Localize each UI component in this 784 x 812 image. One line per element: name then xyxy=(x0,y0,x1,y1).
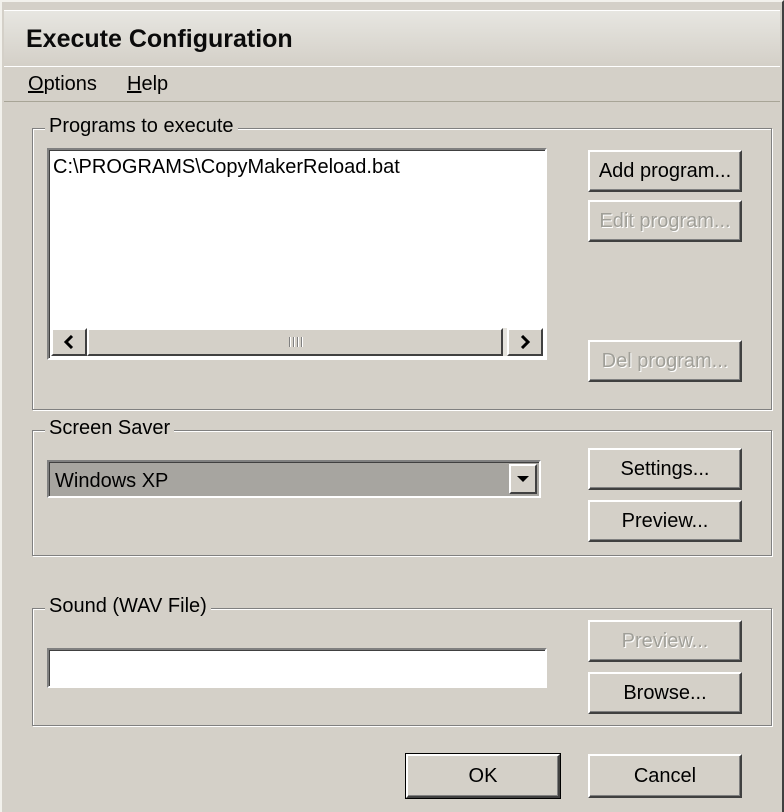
dropdown-button[interactable] xyxy=(509,464,537,494)
sound-file-input[interactable] xyxy=(47,648,547,688)
ok-button[interactable]: OK xyxy=(405,753,561,799)
screen-saver-selected-value: Windows XP xyxy=(51,464,509,494)
add-program-button[interactable]: Add program... xyxy=(588,150,742,192)
grip-icon xyxy=(288,337,302,347)
cancel-button[interactable]: Cancel xyxy=(588,754,742,798)
scroll-left-button[interactable] xyxy=(51,328,87,356)
menu-options[interactable]: Options xyxy=(28,73,97,96)
screen-saver-select[interactable]: Windows XP xyxy=(47,460,541,498)
edit-program-button[interactable]: Edit program... xyxy=(588,200,742,242)
screen-saver-settings-button[interactable]: Settings... xyxy=(588,448,742,490)
screen-saver-group-label: Screen Saver xyxy=(45,417,175,440)
execute-configuration-dialog: Execute Configuration Options Help Progr… xyxy=(0,0,784,812)
programs-listbox[interactable]: C:\PROGRAMS\CopyMakerReload.bat xyxy=(47,148,547,360)
programs-group-label: Programs to execute xyxy=(45,115,238,138)
del-program-button[interactable]: Del program... xyxy=(588,340,742,382)
title-bar[interactable]: Execute Configuration xyxy=(4,10,780,65)
sound-preview-button[interactable]: Preview... xyxy=(588,620,742,662)
chevron-down-icon xyxy=(517,476,529,482)
window-title: Execute Configuration xyxy=(26,25,293,53)
screen-saver-preview-button[interactable]: Preview... xyxy=(588,500,742,542)
scrollbar-thumb[interactable] xyxy=(87,328,503,356)
sound-browse-button[interactable]: Browse... xyxy=(588,672,742,714)
horizontal-scrollbar[interactable] xyxy=(51,328,543,356)
scroll-right-button[interactable] xyxy=(507,328,543,356)
arrow-right-icon xyxy=(520,335,531,349)
program-list-item[interactable]: C:\PROGRAMS\CopyMakerReload.bat xyxy=(53,156,400,179)
arrow-left-icon xyxy=(63,335,74,349)
sound-group-label: Sound (WAV File) xyxy=(45,595,211,618)
menu-bar: Options Help xyxy=(4,66,780,102)
menu-help[interactable]: Help xyxy=(127,73,168,96)
